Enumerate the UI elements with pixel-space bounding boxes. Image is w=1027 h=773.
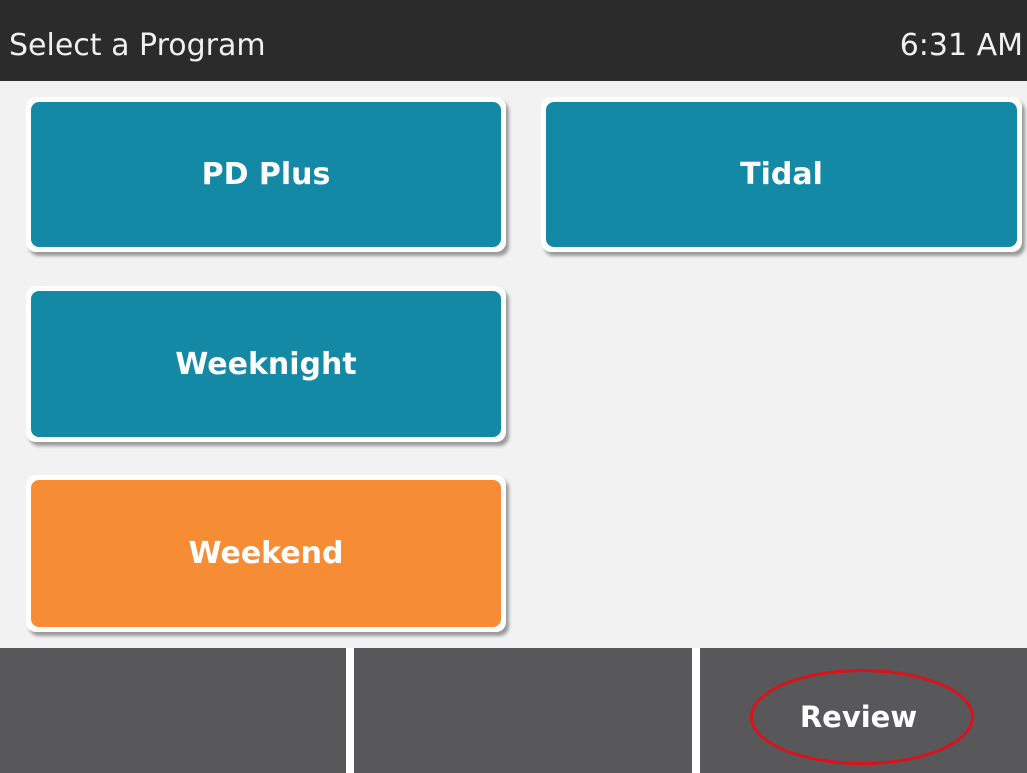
program-button-weeknight[interactable]: Weeknight bbox=[31, 291, 501, 437]
program-card-weekend: Weekend bbox=[26, 475, 506, 632]
page-title: Select a Program bbox=[9, 28, 266, 63]
footer-button-left[interactable] bbox=[0, 648, 346, 773]
review-button[interactable]: Review bbox=[700, 648, 1027, 773]
program-button-weekend[interactable]: Weekend bbox=[31, 480, 501, 627]
program-button-pd-plus[interactable]: PD Plus bbox=[31, 102, 501, 247]
review-button-label: Review bbox=[799, 699, 918, 734]
program-card-pd-plus: PD Plus bbox=[26, 97, 506, 252]
clock: 6:31 AM bbox=[899, 28, 1023, 63]
program-card-weeknight: Weeknight bbox=[26, 286, 506, 442]
program-card-tidal: Tidal bbox=[541, 97, 1022, 252]
footer-button-middle[interactable] bbox=[354, 648, 692, 773]
header-bar: Select a Program 6:31 AM bbox=[0, 0, 1027, 81]
footer-bar: Review bbox=[0, 648, 1027, 773]
program-select-screen: Select a Program 6:31 AM PD Plus Tidal W… bbox=[0, 0, 1027, 773]
program-button-tidal[interactable]: Tidal bbox=[546, 102, 1017, 247]
